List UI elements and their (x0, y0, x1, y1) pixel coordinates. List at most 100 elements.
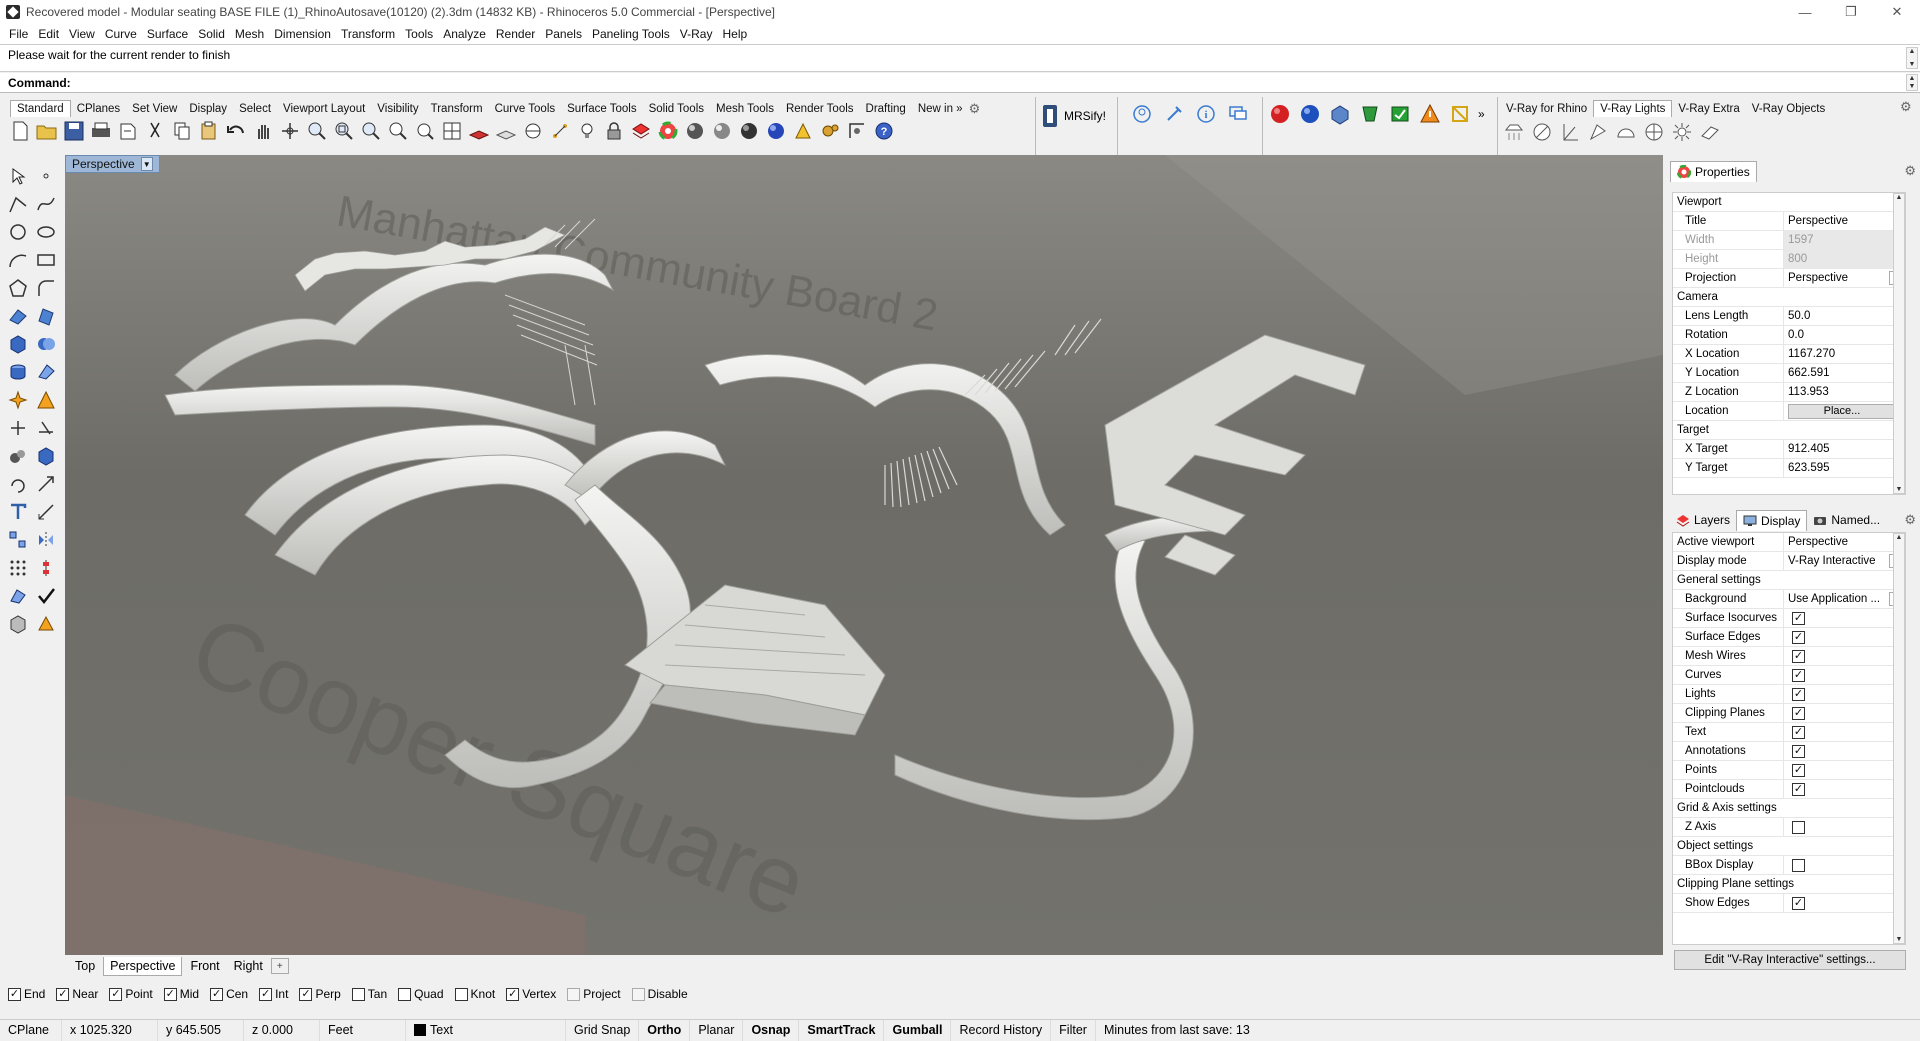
status-smarttrack[interactable]: SmartTrack (799, 1019, 885, 1041)
osnap-point[interactable]: ✓ Point (109, 987, 153, 1001)
text-tool-icon[interactable] (6, 500, 30, 524)
grid-snap-icon[interactable] (494, 119, 518, 143)
properties-gear-icon[interactable]: ⚙ (1904, 163, 1916, 179)
annotations-checkbox[interactable]: ✓ (1792, 744, 1805, 758)
text-checkbox[interactable]: ✓ (1792, 725, 1805, 739)
perspective-viewport[interactable]: Manhattan Community Board 2 Cooper Squar… (65, 155, 1663, 955)
print-icon[interactable] (89, 119, 113, 143)
osnap-tan[interactable]: Tan (351, 987, 387, 1001)
array-icon[interactable] (6, 528, 30, 552)
viewport-tab-perspective[interactable]: Perspective (103, 956, 183, 976)
prop-row-x-target[interactable]: X Target 912.405 (1673, 439, 1905, 459)
light-bulb-icon[interactable] (575, 119, 599, 143)
status-grid-snap[interactable]: Grid Snap (566, 1019, 640, 1041)
display-row-background[interactable]: BackgroundUse Application ...⌄ (1673, 589, 1905, 609)
material-sphere-icon[interactable] (737, 119, 761, 143)
edit-vray-interactive-settings-button[interactable]: Edit "V-Ray Interactive" settings... (1674, 950, 1906, 970)
undo-view-icon[interactable] (413, 119, 437, 143)
vray-mesh-light-icon[interactable] (1698, 120, 1722, 144)
status-layer[interactable]: Text (406, 1019, 566, 1041)
select-arrow-icon[interactable] (6, 164, 30, 188)
properties-icon[interactable] (791, 119, 815, 143)
dimension-tools-icon[interactable] (845, 119, 869, 143)
blue-sphere-icon[interactable] (764, 119, 788, 143)
vray-frame-buffer-icon[interactable] (1328, 102, 1352, 126)
display-row-display-mode[interactable]: Display modeV-Ray Interactive⌄ (1673, 551, 1905, 571)
tab-vray-for-rhino[interactable]: V-Ray for Rhino (1500, 101, 1593, 117)
circle-icon[interactable] (6, 220, 30, 244)
menu-edit[interactable]: Edit (33, 27, 64, 41)
block-icon[interactable] (34, 444, 58, 468)
osnap-end-checkbox[interactable]: ✓ (8, 987, 21, 1001)
four-viewports-icon[interactable] (440, 119, 464, 143)
tab-vray-lights[interactable]: V-Ray Lights (1593, 100, 1673, 117)
zoom-extents-icon[interactable] (359, 119, 383, 143)
toolbar-settings-gear-icon[interactable]: ⚙ (969, 101, 981, 117)
copy-icon[interactable] (170, 119, 194, 143)
menu-curve[interactable]: Curve (100, 27, 142, 41)
osnap-disable-checkbox[interactable] (631, 987, 645, 1001)
menu-paneling-tools[interactable]: Paneling Tools (587, 27, 675, 41)
tab-cplanes[interactable]: CPlanes (71, 101, 126, 117)
polygon-icon[interactable] (6, 276, 30, 300)
status-gumball[interactable]: Gumball (884, 1019, 952, 1041)
tab-vray-objects[interactable]: V-Ray Objects (1746, 101, 1832, 117)
tab-new-in[interactable]: New in » (912, 101, 969, 117)
curves-checkbox[interactable]: ✓ (1792, 668, 1805, 682)
group-icon[interactable] (6, 444, 30, 468)
rotate-view-icon[interactable] (278, 119, 302, 143)
tab-solid-tools[interactable]: Solid Tools (643, 101, 710, 117)
properties-scrollbar[interactable]: ▲ ▼ (1893, 193, 1905, 494)
trim-icon[interactable] (6, 416, 30, 440)
status-osnap[interactable]: Osnap (743, 1019, 800, 1041)
import-icon[interactable] (116, 119, 140, 143)
osnap-perp[interactable]: ✓ Perp (299, 987, 341, 1001)
menu-tools[interactable]: Tools (400, 27, 438, 41)
tab-mesh-tools[interactable]: Mesh Tools (710, 101, 780, 117)
clipping-planes-checkbox[interactable]: ✓ (1792, 706, 1805, 720)
prop-row-lens-length[interactable]: Lens Length 50.0 (1673, 306, 1905, 326)
cut-icon[interactable] (143, 119, 167, 143)
tab-properties[interactable]: Properties (1670, 160, 1757, 182)
pan-hand-icon[interactable] (251, 119, 275, 143)
menu-transform[interactable]: Transform (336, 27, 400, 41)
osnap-quad[interactable]: Quad (398, 987, 444, 1001)
osnap-int[interactable]: ✓ Int (259, 987, 288, 1001)
vray-rect-light-icon[interactable] (1502, 120, 1526, 144)
show-objects-icon[interactable] (521, 119, 545, 143)
osnap-project-checkbox[interactable] (567, 987, 581, 1001)
ellipse-icon[interactable] (34, 220, 58, 244)
mirror-icon[interactable] (34, 528, 58, 552)
menu-panels[interactable]: Panels (540, 27, 587, 41)
menu-dimension[interactable]: Dimension (269, 27, 336, 41)
viewport-render[interactable]: Manhattan Community Board 2 Cooper Squar… (65, 155, 1663, 955)
arc-icon[interactable] (6, 248, 30, 272)
curve-icon[interactable] (34, 192, 58, 216)
help-icon[interactable]: ? (872, 119, 896, 143)
open-folder-icon[interactable] (35, 119, 59, 143)
menu-view[interactable]: View (64, 27, 100, 41)
points-grid-icon[interactable] (6, 556, 30, 580)
viewport-menu-dropdown-icon[interactable]: ▼ (140, 157, 153, 171)
vray-toolbar-more-icon[interactable]: » (1478, 107, 1485, 121)
osnap-end[interactable]: ✓ End (8, 987, 45, 1001)
status-ortho[interactable]: Ortho (639, 1019, 691, 1041)
vray-omni-light-icon[interactable] (1642, 120, 1666, 144)
vray-dome-light-icon[interactable] (1614, 120, 1638, 144)
chat-icon[interactable] (1226, 102, 1250, 126)
osnap-quad-checkbox[interactable] (398, 987, 412, 1001)
prop-row-projection[interactable]: ProjectionPerspective⌄ (1673, 268, 1905, 288)
render-object-icon[interactable] (6, 612, 30, 636)
vray-render-icon[interactable] (1268, 102, 1292, 126)
add-viewport-tab-button[interactable]: + (270, 958, 289, 974)
box-icon[interactable] (6, 332, 30, 356)
menu-surface[interactable]: Surface (142, 27, 193, 41)
analyze-icon[interactable] (6, 584, 30, 608)
undo-icon[interactable] (224, 119, 248, 143)
menu-vray[interactable]: V-Ray (675, 27, 718, 41)
render-sphere-icon[interactable] (710, 119, 734, 143)
surface-edges-checkbox[interactable]: ✓ (1792, 630, 1805, 644)
zoom-dynamic-icon[interactable] (305, 119, 329, 143)
prop-row-x-location[interactable]: X Location 1167.270 (1673, 344, 1905, 364)
osnap-cen-checkbox[interactable]: ✓ (210, 987, 224, 1001)
